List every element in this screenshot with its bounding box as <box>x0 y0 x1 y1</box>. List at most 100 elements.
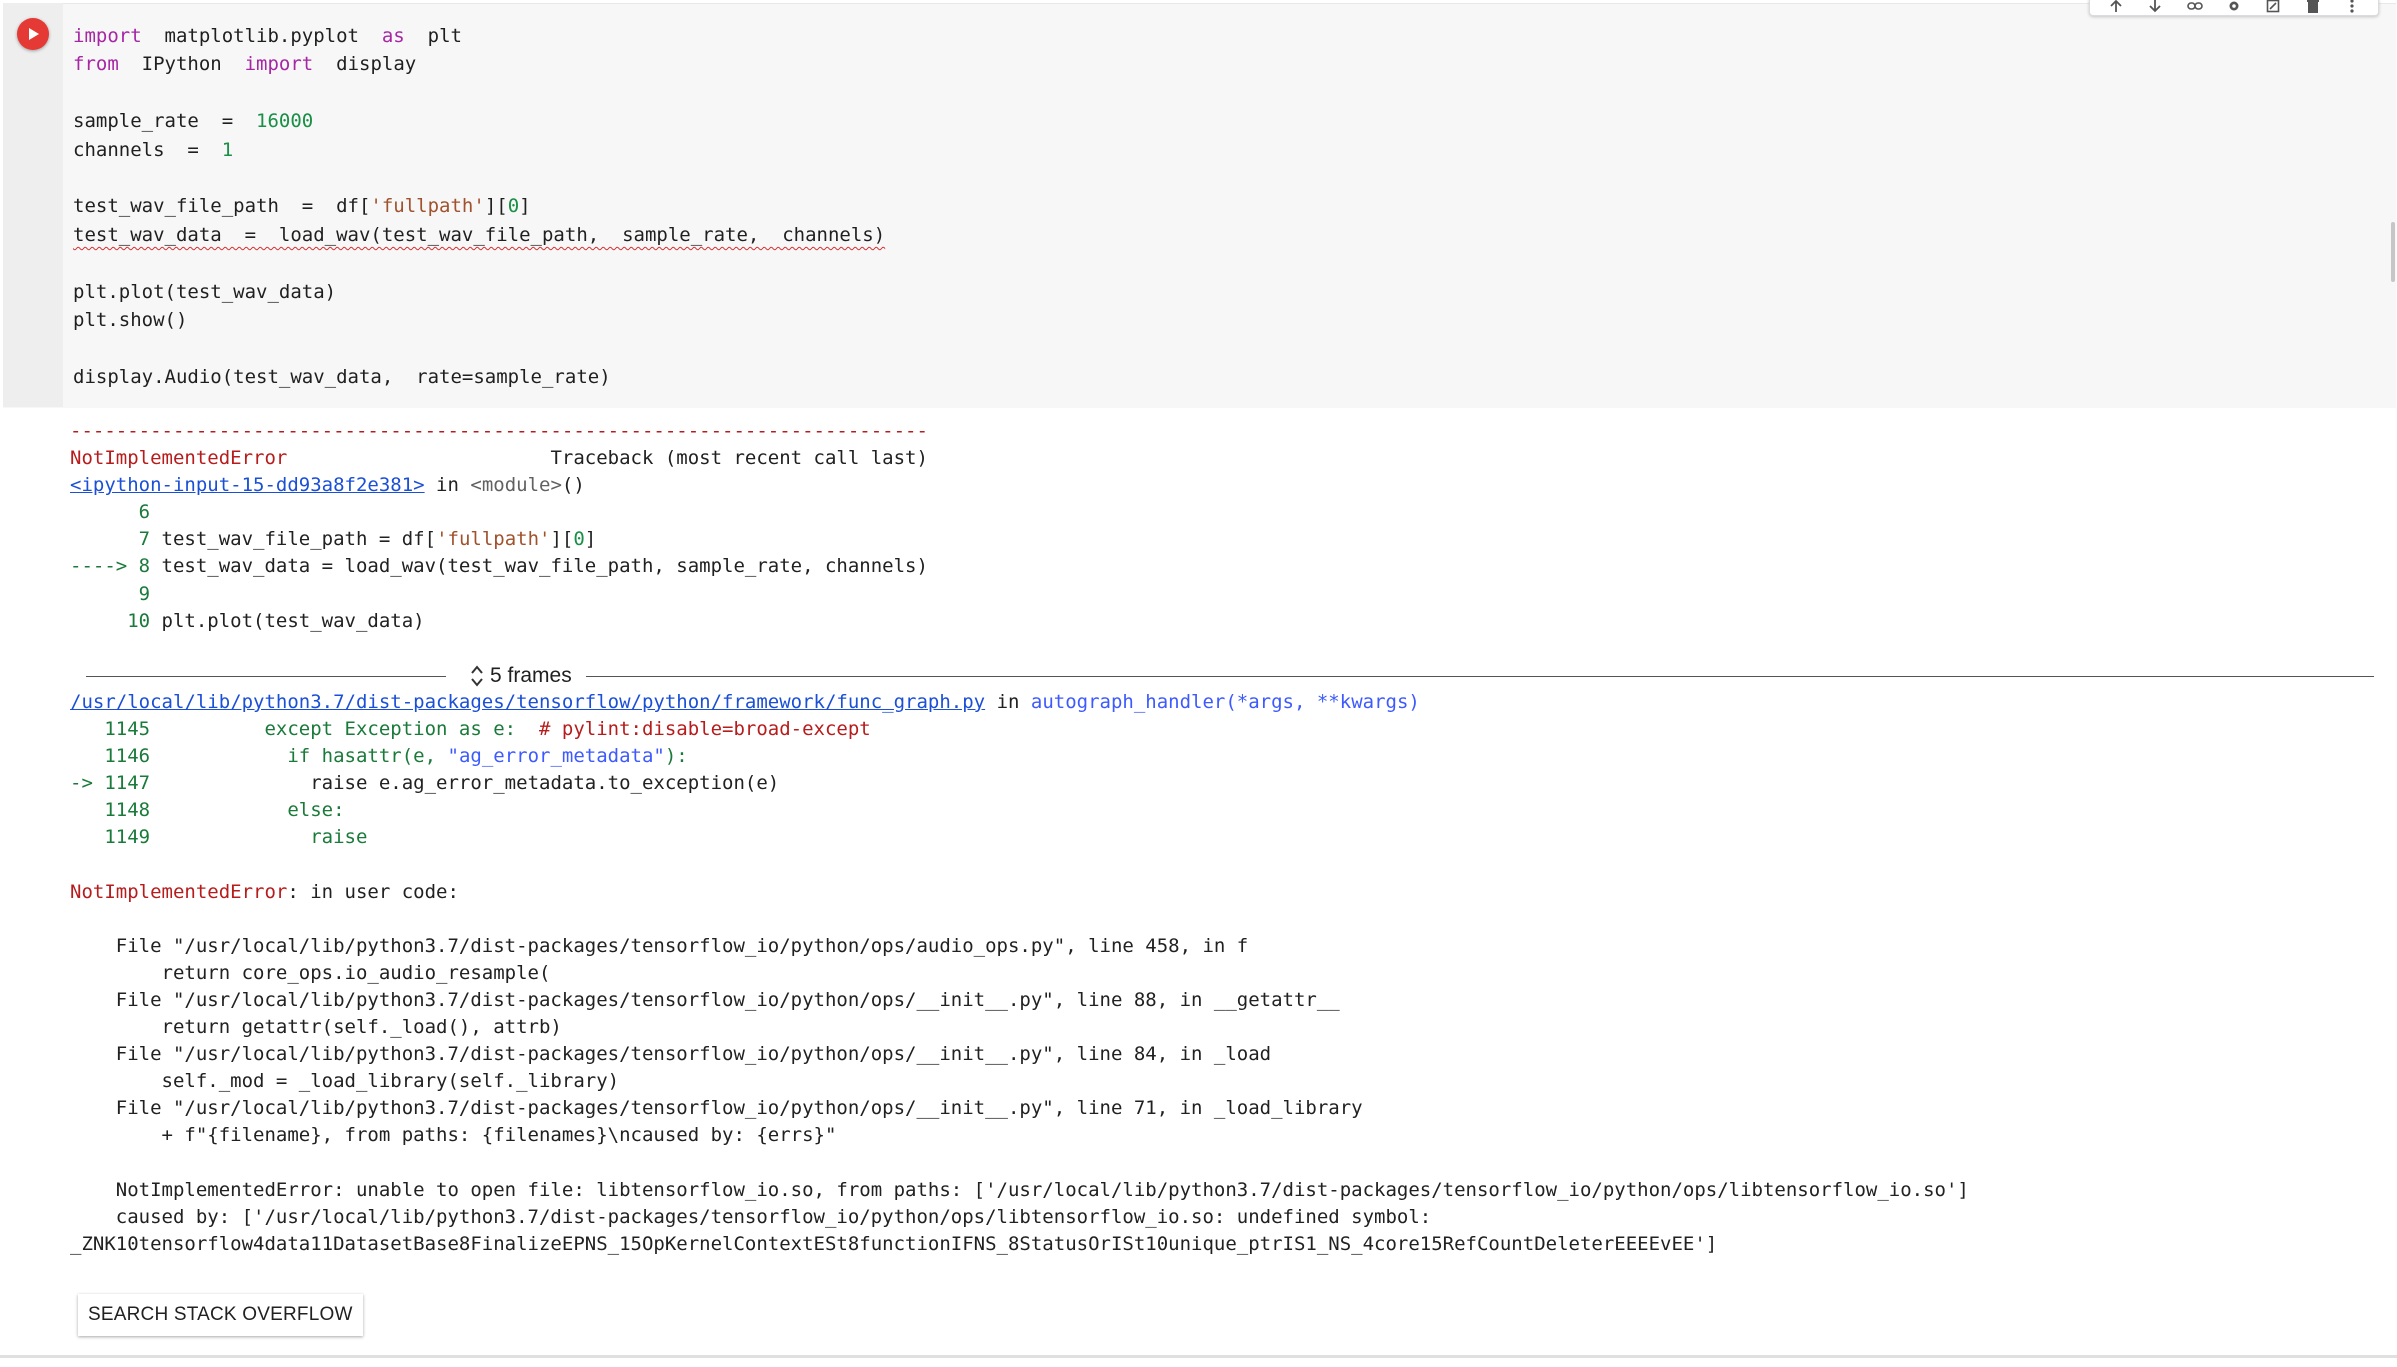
output-line: return getattr(self._load(), attrb) <box>70 1014 1969 1041</box>
output-line: 9 <box>70 581 1969 608</box>
code-line: display.Audio(test_wav_data, rate=sample… <box>73 363 885 391</box>
text-segment: in <box>424 474 471 497</box>
text-segment: _ZNK10tensorflow4data11DatasetBase8Final… <box>70 1232 1718 1255</box>
output-line: File "/usr/local/lib/python3.7/dist-pack… <box>70 987 1969 1014</box>
text-segment: 1148 <box>70 799 151 822</box>
code-line: test_wav_data = load_wav(test_wav_file_p… <box>73 221 885 249</box>
text-segment: plt.plot(test_wav_data) <box>150 609 425 632</box>
text-segment: 10 <box>70 609 151 632</box>
output-line: File "/usr/local/lib/python3.7/dist-pack… <box>70 1095 1969 1122</box>
text-segment: "ag_error_metadata" <box>447 745 665 768</box>
text-segment: display.Audio(test_wav_data, rate=sample… <box>73 365 611 388</box>
text-segment: self._mod = _load_library(self._library) <box>70 1070 620 1093</box>
text-segment: raise e.ag_error_metadata.to_exception(e… <box>150 772 780 795</box>
text-segment: 1145 <box>70 718 151 741</box>
play-icon <box>29 28 39 40</box>
text-segment: 'fullpath' <box>436 528 551 551</box>
traceback-link[interactable]: /usr/local/lib/python3.7/dist-packages/t… <box>70 691 985 713</box>
text-segment: 0 <box>507 195 520 218</box>
frames-divider-left <box>86 676 446 677</box>
text-segment: -> 1147 <box>70 772 151 795</box>
text-segment: autograph_handler <box>1030 690 1226 713</box>
text-segment: else: <box>150 799 345 822</box>
traceback-link[interactable]: <ipython-input-15-dd93a8f2e381> <box>70 474 425 496</box>
output-line: + f"{filename}, from paths: {filenames}\… <box>70 1122 1969 1149</box>
text-segment: File "/usr/local/lib/python3.7/dist-pack… <box>70 1097 1363 1120</box>
frames-divider-right <box>586 676 2374 677</box>
output-line: ----------------------------------------… <box>70 418 1969 445</box>
more-icon[interactable] <box>2341 0 2363 14</box>
text-segment: test_wav_data = load_wav(test_wav_file_p… <box>73 223 886 246</box>
text-segment: 6 <box>70 501 151 524</box>
output-line: 7 test_wav_file_path = df['fullpath'][0] <box>70 526 1969 553</box>
output-line: NotImplementedError Traceback (most rece… <box>70 445 1969 472</box>
delete-icon[interactable] <box>2302 0 2324 14</box>
text-segment: NotImplementedError <box>70 447 288 470</box>
output-line: -> 1147 raise e.ag_error_metadata.to_exc… <box>70 770 1969 797</box>
text-segment: if hasattr(e, <box>150 745 448 768</box>
text-segment: import <box>244 53 314 76</box>
output-line: File "/usr/local/lib/python3.7/dist-pack… <box>70 1041 1969 1068</box>
link-icon[interactable] <box>2184 0 2206 14</box>
output-line: 1145 except Exception as e: # pylint:dis… <box>70 716 1969 743</box>
output-line: self._mod = _load_library(self._library) <box>70 1068 1969 1095</box>
text-segment: test_wav_file_path = df[ <box>73 195 371 218</box>
text-segment: return getattr(self._load(), attrb) <box>70 1016 562 1039</box>
output-line: 10 plt.plot(test_wav_data) <box>70 608 1969 635</box>
text-segment: from <box>73 53 119 76</box>
frames-toggle[interactable]: 5 frames <box>470 664 572 688</box>
text-segment: () <box>561 474 585 497</box>
move-up-icon[interactable] <box>2105 0 2127 14</box>
text-segment: ][ <box>484 195 508 218</box>
output-line: NotImplementedError: unable to open file… <box>70 1177 1969 1204</box>
text-segment: + f"{filename}, from paths: {filenames}\… <box>70 1124 837 1147</box>
text-segment: return core_ops.io_audio_resample( <box>70 961 551 984</box>
output-line: return core_ops.io_audio_resample( <box>70 960 1969 987</box>
text-segment: plt.show() <box>73 309 188 332</box>
search-stack-overflow-button[interactable]: SEARCH STACK OVERFLOW <box>78 1294 363 1336</box>
text-segment: File "/usr/local/lib/python3.7/dist-pack… <box>70 1043 1272 1066</box>
text-segment: channels = <box>73 138 222 161</box>
output-line: _ZNK10tensorflow4data11DatasetBase8Final… <box>70 1231 1969 1258</box>
text-segment: caused by: ['/usr/local/lib/python3.7/di… <box>70 1205 1432 1228</box>
output-line: 1148 else: <box>70 797 1969 824</box>
text-segment: ][ <box>550 528 574 551</box>
run-cell-button[interactable] <box>17 18 49 50</box>
code-line: plt.show() <box>73 306 885 334</box>
text-segment: NotImplementedError: unable to open file… <box>70 1178 1969 1201</box>
output-line: /usr/local/lib/python3.7/dist-packages/t… <box>70 689 1969 716</box>
move-down-icon[interactable] <box>2144 0 2166 14</box>
code-line: test_wav_file_path = df['fullpath'][0] <box>73 192 885 220</box>
code-line: channels = 1 <box>73 136 885 164</box>
text-segment: 'fullpath' <box>370 195 485 218</box>
mirror-cell-icon[interactable] <box>2262 0 2284 14</box>
text-segment: File "/usr/local/lib/python3.7/dist-pack… <box>70 988 1340 1011</box>
text-segment: matplotlib.pyplot <box>141 25 382 47</box>
text-segment: import <box>73 25 142 47</box>
text-segment: test_wav_file_path = df[ <box>150 528 437 551</box>
source-code[interactable]: import matplotlib.pyplot as plt from IPyt… <box>73 22 885 391</box>
text-segment: as <box>381 25 405 47</box>
text-segment: 7 <box>70 528 151 551</box>
output-line: File "/usr/local/lib/python3.7/dist-pack… <box>70 933 1969 960</box>
text-segment: # pylint:disable=broad-except <box>539 718 871 741</box>
text-segment: plt <box>404 25 462 47</box>
text-segment: ] <box>584 528 597 551</box>
scrollbar[interactable] <box>2391 222 2395 282</box>
code-line: import matplotlib.pyplot as plt <box>73 22 885 50</box>
output-line: NotImplementedError: in user code: <box>70 879 1969 906</box>
output-line: ----> 8 test_wav_data = load_wav(test_wa… <box>70 553 1969 580</box>
settings-icon[interactable] <box>2223 0 2245 14</box>
text-segment: NotImplementedError <box>70 880 288 903</box>
code-line: plt.plot(test_wav_data) <box>73 278 885 306</box>
text-segment: in <box>985 690 1031 713</box>
unfold-icon <box>471 665 483 687</box>
text-segment: (*args, **kwargs) <box>1225 690 1420 713</box>
text-segment: except Exception as e: <box>150 718 540 741</box>
